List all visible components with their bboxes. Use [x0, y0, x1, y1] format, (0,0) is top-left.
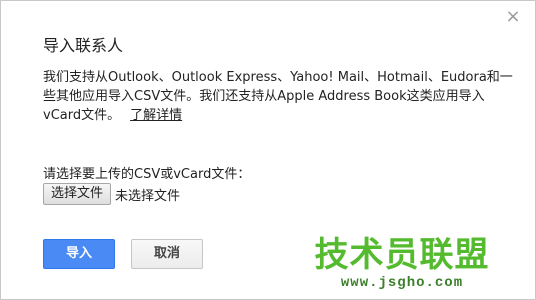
import-contacts-dialog: × 导入联系人 我们支持从Outlook、Outlook Express、Yah… [0, 0, 536, 300]
close-icon[interactable]: × [505, 8, 521, 26]
dialog-description: 我们支持从Outlook、Outlook Express、Yahoo! Mail… [43, 68, 513, 125]
watermark-url: www.jsgho.com [340, 275, 464, 291]
watermark-title: 技术员联盟 [314, 235, 490, 275]
choose-file-button[interactable]: 选择文件 [43, 183, 112, 205]
learn-more-link[interactable]: 了解详情 [130, 108, 182, 123]
import-button[interactable]: 导入 [43, 239, 115, 269]
cancel-button[interactable]: 取消 [131, 239, 203, 269]
watermark: 技术员联盟 www.jsgho.com [307, 235, 497, 291]
file-input-row: 选择文件 未选择文件 [43, 183, 180, 205]
file-status-text: 未选择文件 [115, 188, 181, 204]
description-text: 我们支持从Outlook、Outlook Express、Yahoo! Mail… [43, 70, 513, 123]
dialog-title: 导入联系人 [43, 36, 124, 55]
file-prompt-label: 请选择要上传的CSV或vCard文件： [43, 167, 251, 182]
